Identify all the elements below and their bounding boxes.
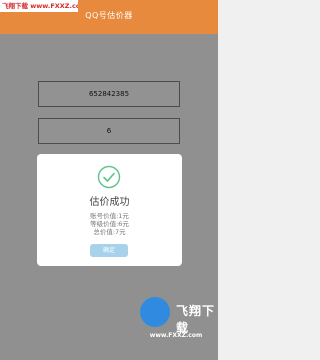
ok-button[interactable]: 确定: [90, 244, 128, 257]
dialog-title: 估价成功: [89, 197, 130, 208]
check-icon: [97, 165, 121, 189]
watermark-url: www.FXXZ.com: [149, 332, 203, 339]
total-value-text: 总价值:7元: [93, 228, 126, 236]
watermark-logo: 飞翔下载 www.FXXZ.com: [136, 292, 216, 352]
watermark-text: 飞翔下载 www.FXXZ.com: [0, 0, 78, 12]
logo-icon: [140, 297, 170, 327]
watermark-name: 飞翔下载: [176, 304, 216, 335]
result-dialog: 估价成功 账号价值:1元 等级价值:6元 总价值:7元 确定: [37, 154, 182, 266]
